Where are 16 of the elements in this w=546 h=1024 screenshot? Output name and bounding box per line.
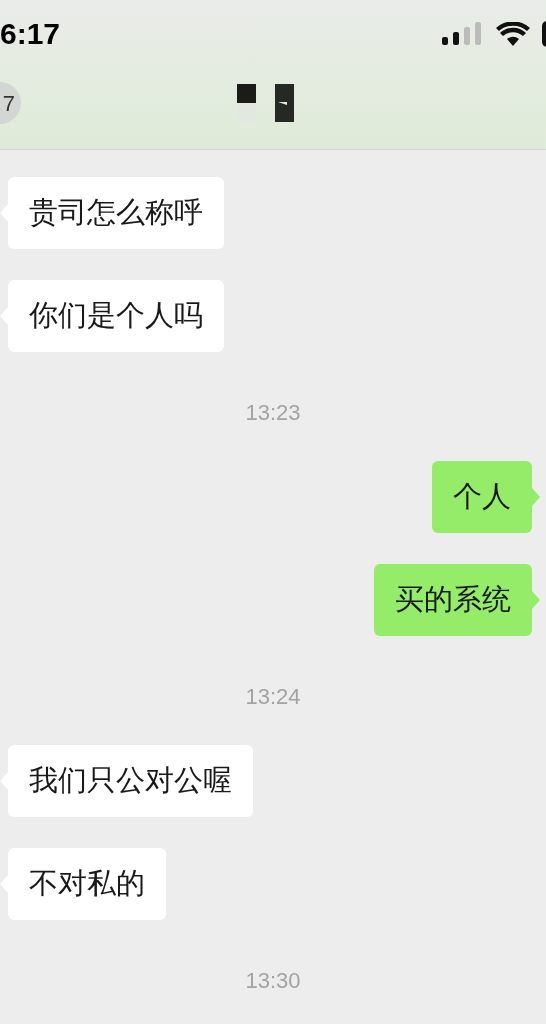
message-bubble[interactable]: 买的系统 [374,564,532,636]
message-bubble[interactable]: 贵司怎么称呼 [8,177,224,249]
timestamp: 13:30 [245,966,301,995]
back-badge[interactable]: 7 [0,82,21,124]
wifi-icon [496,22,530,46]
redacted-title-icon [237,84,295,122]
status-time: 6:17 [0,19,61,49]
message-bubble[interactable]: 我们只公对公喔 [8,745,253,817]
signal-icon [442,22,484,46]
message-bubble[interactable]: 你们是个人吗 [8,280,224,352]
message-bubble[interactable]: 不对私的 [8,848,166,920]
message-bubble[interactable]: 个人 [432,461,532,533]
timestamp: 13:24 [245,682,301,711]
bubble-tail-icon [532,488,540,506]
timestamp: 13:23 [245,398,301,427]
bubble-tail-icon [532,591,540,609]
